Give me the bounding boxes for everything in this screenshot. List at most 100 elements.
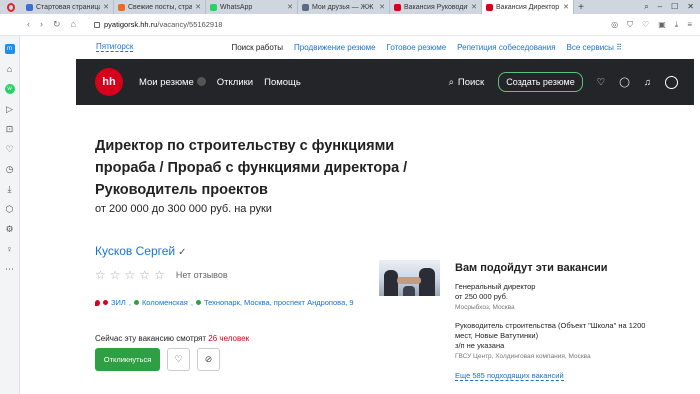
browser-tab-active[interactable]: Вакансия Директор по✕ [482,0,574,14]
extensions-icon[interactable]: ▣ [658,20,666,30]
tab-close-icon[interactable]: ✕ [103,3,109,11]
block-icon: ⊘ [204,354,213,364]
top-links: Поиск работы Продвижение резюме Готовое … [231,43,700,52]
heart-icon: ♡ [174,354,183,364]
verified-check-icon: ✓ [178,247,187,258]
reviews-link[interactable]: Нет отзывов [176,270,228,280]
hh-logo[interactable]: hh [95,68,123,96]
tab-close-icon[interactable]: ✕ [379,3,385,11]
company-name: Кусков Сергей [95,244,176,258]
new-tab-button[interactable]: + [574,2,588,13]
cube-icon[interactable]: ⬡ [5,204,15,214]
browser-tab[interactable]: Мои друзья — ЖЖ ✕ [298,0,390,14]
opera-logo-icon [7,2,15,12]
favorite-button[interactable]: ♡ [167,348,190,371]
company-link[interactable]: Кусков Сергей ✓ [95,244,187,258]
apply-button[interactable]: Откликнуться [95,348,160,371]
tab-close-icon[interactable]: ✕ [471,3,477,11]
vacancy-actions: Откликнуться ♡ ⊘ [95,348,220,371]
hh-top-bar: Пятигорск Поиск работы Продвижение резюм… [20,36,700,58]
handshake-image [379,260,440,296]
header-right: ⌕ Поиск Создать резюме ♡ ◯ ♫ [449,72,694,92]
top-link-ready-resume[interactable]: Готовое резюме [387,43,447,52]
suggested-job-name: Руководитель строительства (Объект "Школ… [455,321,646,340]
heart-icon[interactable]: ♡ [642,20,649,30]
pin-icon[interactable]: ⊡ [5,124,15,134]
suggested-job[interactable]: Генеральный директор от 250 000 руб. Мос… [455,282,655,313]
tab-label: WhatsApp [220,3,253,11]
home-icon[interactable]: ⌂ [71,19,76,30]
favorites-heart-icon[interactable]: ♡ [597,77,606,88]
more-vacancies-link[interactable]: Еще 585 подходящих вакансий [455,371,564,381]
downloads-icon[interactable]: ⤓ [5,184,15,194]
top-link-job-search[interactable]: Поиск работы [231,43,283,52]
notification-dot-icon [196,77,206,87]
heart-sidebar-icon[interactable]: ♡ [5,144,15,154]
notifications-bell-icon[interactable]: ♫ [644,77,651,88]
history-icon[interactable]: ◷ [5,164,15,174]
suggested-job-salary: з/п не указана [455,341,505,350]
tab-search-icon[interactable]: ⌕ [644,2,648,12]
browser-tab[interactable]: Стартовая страница - О✕ [22,0,114,14]
gear-icon[interactable]: ⚙ [5,224,15,234]
suggested-job[interactable]: Руководитель строительства (Объект "Школ… [455,321,655,362]
rating-stars: ☆ ☆ ☆ ☆ ☆ Нет отзывов [95,268,228,282]
star-icon: ☆ [124,268,136,282]
url-field[interactable]: pyatigorsk.hh.ru/vacancy/55162918 [93,20,223,29]
settings-icon[interactable]: ≡ [687,20,692,30]
top-link-all-services[interactable]: Все сервисы ⠿ [567,43,622,52]
more-icon[interactable]: ⋯ [5,264,15,274]
opera-menu-button[interactable] [0,0,22,14]
tab-favicon-icon [302,3,309,11]
city-selector[interactable]: Пятигорск [96,42,134,52]
top-link-interview[interactable]: Репетиция собеседования [457,43,555,52]
address-bar-icons: ◎ ⛉ ♡ ▣ ⤓ ≡ [611,20,700,30]
map-pin-icon [95,299,100,306]
search-label: Поиск [457,76,485,88]
vacancy-address[interactable]: ЗИЛ, Коломенская, Технопарк, Москва, про… [95,298,354,307]
search-icon: ⌕ [448,76,454,88]
browser-tab[interactable]: Свежие посты, страни...✕ [114,0,206,14]
minimize-icon[interactable]: – [658,2,662,12]
create-resume-button[interactable]: Создать резюме [498,72,583,92]
top-link-resume-promo[interactable]: Продвижение резюме [294,43,375,52]
profile-icon[interactable] [665,75,678,89]
reload-icon[interactable]: ↻ [53,19,61,30]
person-shape [384,270,398,296]
bulb-icon[interactable]: ♀ [5,244,15,254]
grid-icon: ⠿ [616,42,622,52]
tab-favicon-icon [210,3,217,11]
metro-dot-icon [133,300,139,305]
metro-station: Коломенская [141,298,188,307]
tab-close-icon[interactable]: ✕ [287,3,293,11]
tab-label: Стартовая страница - О [36,3,101,11]
hide-button[interactable]: ⊘ [197,348,220,371]
nav-my-resumes[interactable]: Мои резюме [139,77,206,88]
chat-icon[interactable]: ◯ [619,77,630,88]
tab-close-icon[interactable]: ✕ [195,3,201,11]
star-icon: ☆ [95,268,106,282]
forward-icon[interactable]: › [40,19,43,30]
camera-icon[interactable]: ◎ [611,20,618,30]
tab-close-icon[interactable]: ✕ [563,3,569,11]
home-sidebar-icon[interactable]: ⌂ [5,64,15,74]
browser-tab[interactable]: Вакансия Руководител...✕ [390,0,482,14]
metro-station: ЗИЛ [111,298,126,307]
search-button[interactable]: ⌕ Поиск [449,77,485,88]
whatsapp-icon[interactable]: w [4,84,15,94]
tab-label: Свежие посты, страни... [128,3,193,11]
shield-icon[interactable]: ⛉ [627,20,633,30]
play-icon[interactable]: ▷ [5,104,15,114]
back-icon[interactable]: ‹ [27,19,30,30]
suggested-job-company: Мосрыбхоз, Москва [455,304,515,311]
person-shape [419,268,435,296]
maximize-icon[interactable]: ☐ [671,2,678,12]
browser-tab[interactable]: WhatsApp ✕ [206,0,298,14]
download-icon[interactable]: ⤓ [675,20,679,30]
close-window-icon[interactable]: ✕ [687,2,694,12]
nav-responses[interactable]: Отклики [217,77,253,88]
nav-help[interactable]: Помощь [264,77,301,88]
url-path: /vacancy/55162918 [157,20,223,29]
messenger-icon[interactable]: m [4,44,15,54]
handshake-shape [397,277,421,284]
